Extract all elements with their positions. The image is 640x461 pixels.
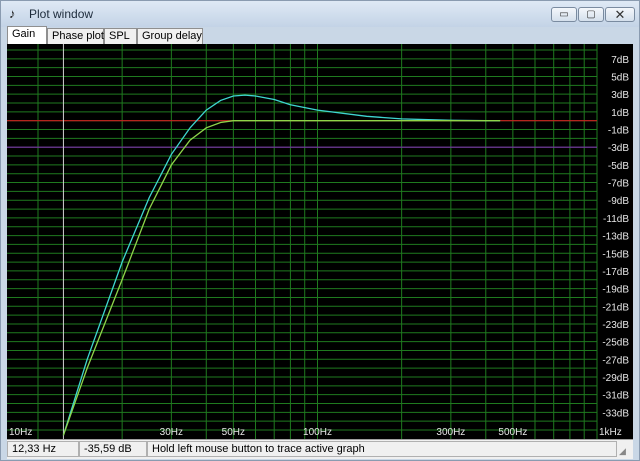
tab-gain[interactable]: Gain [7,26,47,44]
y-tick-label: -9dB [608,196,629,207]
gain-chart[interactable]: 7dB 5dB 3dB 1dB -1dB -3dB -5dB -7dB -9dB -11dB -13… [7,44,633,439]
tab-spl[interactable]: SPL [104,28,137,44]
y-tick-label: -17dB [602,267,629,278]
app-icon: ♪ [9,6,16,21]
y-tick-label: 5dB [611,73,629,84]
y-tick-label: -13dB [602,232,629,243]
x-tick-label: 10Hz [9,427,32,438]
status-frequency: 12,33 Hz [7,441,79,457]
minimize-button[interactable]: ▭ [551,7,577,22]
status-gain: -35,59 dB [79,441,147,457]
x-tick-label: 1kHz [599,427,622,438]
x-tick-label: 300Hz [436,427,465,438]
y-tick-label: -15dB [602,249,629,260]
status-hint: Hold left mouse button to trace active g… [147,441,617,457]
y-tick-label: -27dB [602,355,629,366]
plot-window: ♪ Plot window ▭ ▢ ✕ Gain Phase plot SPL … [0,0,640,461]
y-tick-label: 1dB [611,108,629,119]
gain-plot[interactable]: 7dB 5dB 3dB 1dB -1dB -3dB -5dB -7dB -9dB -11dB -13… [7,44,633,439]
y-tick-label: 7dB [611,55,629,66]
y-tick-label: -25dB [602,338,629,349]
y-tick-label: -29dB [602,373,629,384]
series-line-0 [62,94,501,436]
close-button[interactable]: ✕ [605,7,635,22]
status-bar: 12,33 Hz -35,59 dB Hold left mouse butto… [7,439,633,459]
x-tick-label: 30Hz [160,427,183,438]
y-tick-label: -7dB [608,179,629,190]
y-tick-label: -1dB [608,126,629,137]
y-tick-label: -19dB [602,285,629,296]
title-bar[interactable]: ♪ Plot window ▭ ▢ ✕ [1,1,639,27]
tab-group-delay[interactable]: Group delay [137,28,203,44]
window-title: Plot window [29,7,94,21]
tab-phase-plot[interactable]: Phase plot [47,28,104,44]
y-tick-label: 3dB [611,90,629,101]
x-tick-label: 100Hz [303,427,332,438]
y-tick-label: -21dB [602,302,629,313]
y-tick-label: -33dB [602,408,629,419]
resize-grip-icon[interactable]: ◢ [619,446,631,458]
x-tick-label: 50Hz [222,427,245,438]
y-tick-label: -23dB [602,320,629,331]
maximize-button[interactable]: ▢ [578,7,604,22]
y-tick-label: -11dB [603,214,629,225]
y-tick-label: -5dB [608,161,629,172]
series-line-1 [62,120,501,436]
y-tick-label: -3dB [608,143,629,154]
y-tick-label: -31dB [602,391,629,402]
x-tick-label: 500Hz [498,427,527,438]
